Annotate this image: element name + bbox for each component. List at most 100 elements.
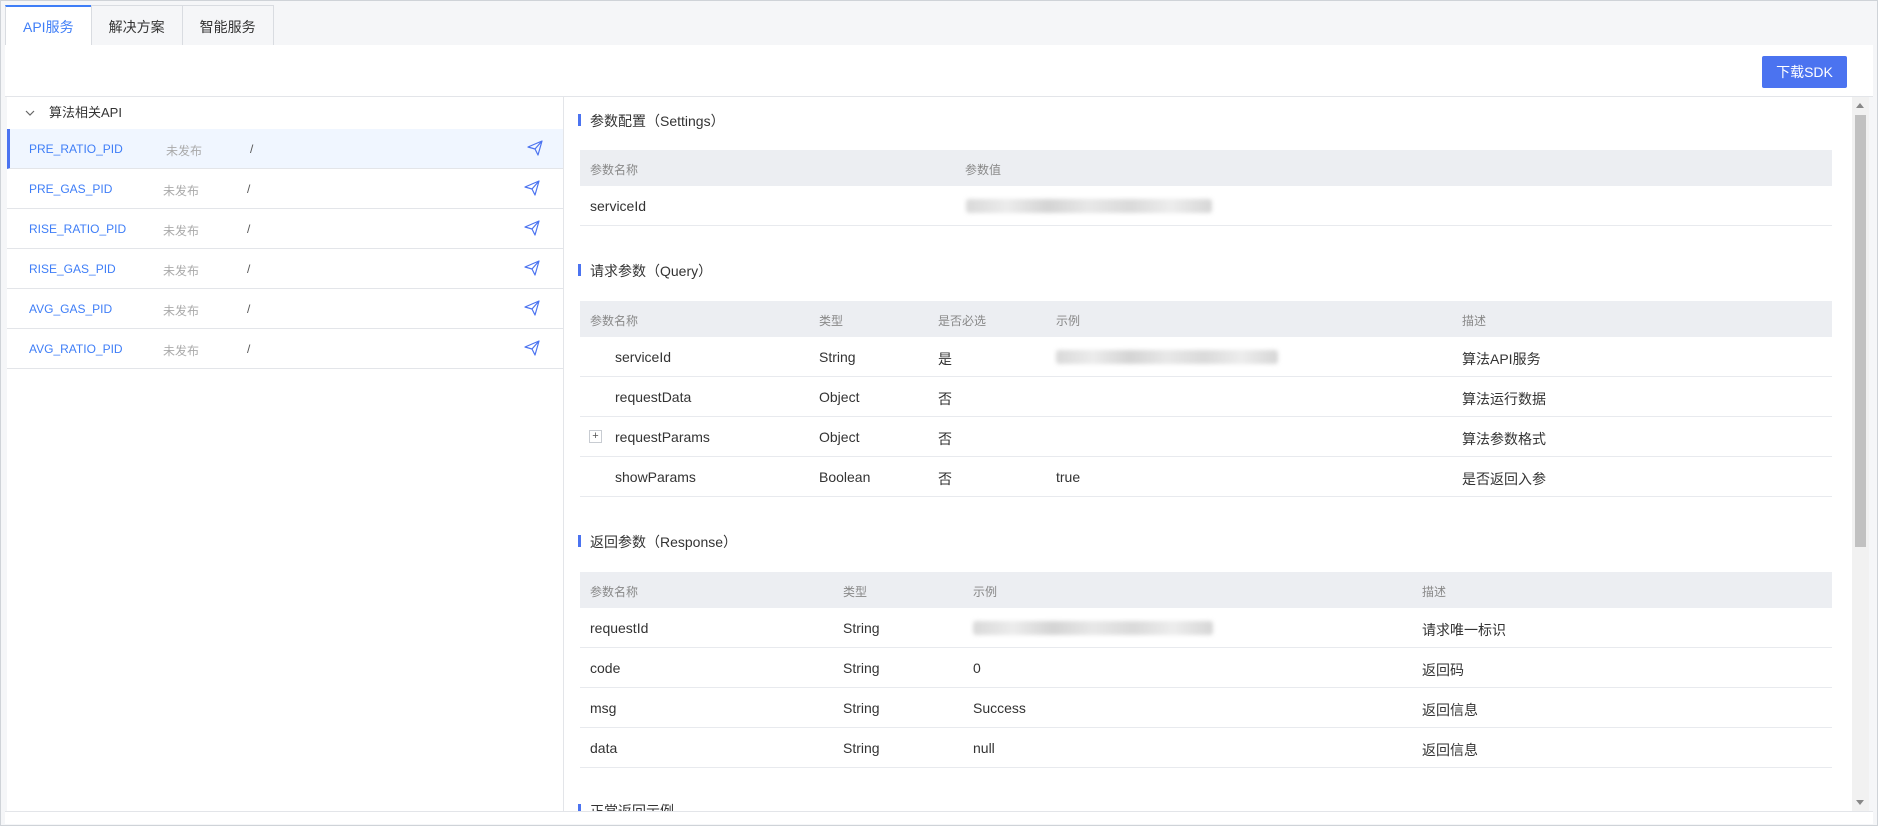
api-list-item[interactable]: RISE_GAS_PID 未发布 / — [7, 249, 563, 289]
param-desc: 返回码 — [1422, 662, 1464, 678]
send-icon[interactable] — [523, 179, 541, 197]
column-header: 参数名称 — [590, 314, 639, 328]
api-status: 未发布 — [163, 224, 200, 238]
table-header: 参数名称 参数值 — [580, 150, 1832, 186]
table-row: serviceId String 是 算法API服务 — [580, 337, 1832, 377]
settings-table: 参数名称 参数值 serviceId — [580, 150, 1832, 226]
response-table: 参数名称 类型 示例 描述 requestId String 请求唯一标识 co… — [580, 572, 1832, 768]
param-desc: 算法运行数据 — [1462, 391, 1546, 407]
column-header: 描述 — [1462, 314, 1487, 328]
column-header: 参数名称 — [590, 585, 639, 599]
tab-api-service[interactable]: API服务 — [5, 5, 92, 45]
param-name: msg — [590, 700, 617, 716]
download-sdk-button[interactable]: 下载SDK — [1762, 56, 1847, 88]
redacted-value — [973, 621, 1213, 635]
api-name[interactable]: AVG_GAS_PID — [29, 302, 112, 316]
toolbar: 下载SDK — [5, 45, 1873, 97]
api-list-item[interactable]: RISE_RATIO_PID 未发布 / — [7, 209, 563, 249]
app-frame: API服务 解决方案 智能服务 下载SDK 算法相关API PRE_RATIO_… — [0, 0, 1878, 826]
param-type: Boolean — [819, 469, 871, 485]
param-required: 是 — [938, 351, 952, 367]
api-name[interactable]: PRE_RATIO_PID — [29, 142, 123, 156]
settings-section-title: 参数配置（Settings） — [578, 111, 725, 131]
param-type: String — [843, 620, 880, 636]
api-name[interactable]: PRE_GAS_PID — [29, 182, 112, 196]
param-name: requestParams — [615, 429, 710, 445]
api-name[interactable]: RISE_RATIO_PID — [29, 222, 126, 236]
table-row: serviceId — [580, 186, 1832, 226]
scroll-down-icon[interactable] — [1856, 800, 1864, 805]
param-type: String — [819, 349, 856, 365]
api-group-label: 算法相关API — [49, 105, 122, 120]
table-header: 参数名称 类型 是否必选 示例 描述 — [580, 301, 1832, 337]
send-icon[interactable] — [523, 219, 541, 237]
redacted-value — [1056, 350, 1278, 364]
param-example: 0 — [973, 660, 981, 676]
param-type: String — [843, 660, 880, 676]
column-header: 类型 — [843, 585, 868, 599]
query-section-title: 请求参数（Query） — [578, 261, 712, 281]
chevron-down-icon[interactable] — [25, 97, 39, 129]
scroll-up-icon[interactable] — [1856, 103, 1864, 108]
table-row: code String 0 返回码 — [580, 648, 1832, 688]
param-name: code — [590, 660, 621, 676]
api-list-item[interactable]: PRE_RATIO_PID 未发布 / — [7, 129, 563, 169]
column-header: 示例 — [1056, 314, 1081, 328]
param-name: serviceId — [615, 349, 672, 365]
param-example: true — [1056, 469, 1081, 485]
table-row: requestData Object 否 算法运行数据 — [580, 377, 1832, 417]
api-name[interactable]: RISE_GAS_PID — [29, 262, 116, 276]
api-status: 未发布 — [163, 304, 200, 318]
api-name[interactable]: AVG_RATIO_PID — [29, 342, 123, 356]
api-path: / — [247, 262, 251, 276]
query-table: 参数名称 类型 是否必选 示例 描述 serviceId String 是 算法… — [580, 301, 1832, 497]
param-type: Object — [819, 389, 860, 405]
api-status: 未发布 — [163, 344, 200, 358]
send-icon[interactable] — [523, 339, 541, 357]
param-name: serviceId — [590, 198, 647, 214]
redacted-value — [966, 199, 1212, 213]
expand-row-button[interactable]: + — [589, 430, 602, 443]
column-header: 示例 — [973, 585, 998, 599]
response-section-title: 返回参数（Response） — [578, 532, 737, 552]
api-sidebar: 算法相关API PRE_RATIO_PID 未发布 / PRE_GAS_PID … — [7, 97, 564, 811]
api-list-item[interactable]: PRE_GAS_PID 未发布 / — [7, 169, 563, 209]
param-desc: 请求唯一标识 — [1422, 622, 1506, 638]
table-row: showParams Boolean 否 true 是否返回入参 — [580, 457, 1832, 497]
api-detail-panel: 参数配置（Settings） 参数名称 参数值 serviceId 请求参数（Q… — [564, 97, 1852, 811]
column-header: 是否必选 — [938, 314, 987, 328]
table-row: msg String Success 返回信息 — [580, 688, 1832, 728]
tab-solutions[interactable]: 解决方案 — [90, 5, 183, 45]
vertical-scrollbar[interactable] — [1852, 97, 1869, 811]
param-example: Success — [973, 700, 1026, 716]
param-type: String — [843, 740, 880, 756]
param-desc: 返回信息 — [1422, 742, 1478, 758]
scrollbar-thumb[interactable] — [1855, 115, 1866, 547]
api-list-item[interactable]: AVG_RATIO_PID 未发布 / — [7, 329, 563, 369]
send-icon[interactable] — [523, 299, 541, 317]
send-icon[interactable] — [523, 259, 541, 277]
tab-bar: API服务 解决方案 智能服务 — [5, 5, 274, 45]
column-header: 参数值 — [965, 163, 1002, 177]
table-row: + requestParams Object 否 算法参数格式 — [580, 417, 1832, 457]
param-desc: 算法API服务 — [1462, 351, 1541, 367]
api-status: 未发布 — [163, 264, 200, 278]
param-type: Object — [819, 429, 860, 445]
param-type: String — [843, 700, 880, 716]
param-name: requestId — [590, 620, 649, 636]
api-path: / — [250, 142, 254, 156]
send-icon[interactable] — [526, 139, 544, 157]
param-name: requestData — [615, 389, 692, 405]
table-row: requestId String 请求唯一标识 — [580, 608, 1832, 648]
param-name: showParams — [615, 469, 696, 485]
tab-smart-services[interactable]: 智能服务 — [181, 5, 274, 45]
api-group-header[interactable]: 算法相关API — [7, 97, 563, 129]
bottom-bar — [5, 811, 1873, 824]
api-path: / — [247, 222, 251, 236]
param-required: 否 — [938, 431, 952, 447]
column-header: 类型 — [819, 314, 844, 328]
param-name: data — [590, 740, 618, 756]
api-list-item[interactable]: AVG_GAS_PID 未发布 / — [7, 289, 563, 329]
api-status: 未发布 — [163, 184, 200, 198]
param-required: 否 — [938, 471, 952, 487]
